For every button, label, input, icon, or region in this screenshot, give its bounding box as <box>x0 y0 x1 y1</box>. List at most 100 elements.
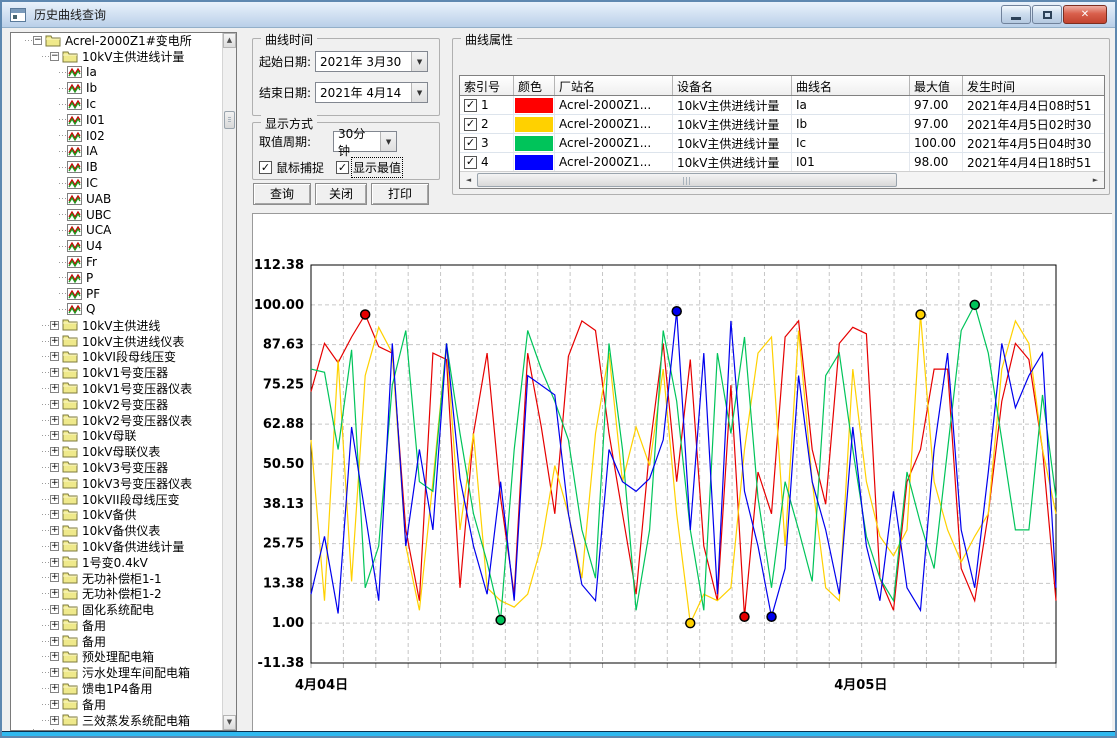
tree-scrollbar-thumb[interactable] <box>224 111 235 129</box>
tree-item-10kVII段母线压变[interactable]: +10kVII段母线压变 <box>11 491 222 507</box>
tree-item-10kV备供进线计量[interactable]: +10kV备供进线计量 <box>11 539 222 555</box>
expand-icon[interactable]: + <box>50 463 59 472</box>
expand-icon[interactable]: + <box>50 479 59 488</box>
expand-icon[interactable]: + <box>50 431 59 440</box>
expand-icon[interactable]: + <box>50 510 59 519</box>
tree-item-10kV备供仪表[interactable]: +10kV备供仪表 <box>11 523 222 539</box>
expand-icon[interactable]: + <box>50 589 59 598</box>
expand-icon[interactable]: + <box>50 637 59 646</box>
tree-item-污水处理车间配电箱[interactable]: +污水处理车间配电箱 <box>11 665 222 681</box>
grid-column-header-最大值[interactable]: 最大值 <box>910 76 963 95</box>
expand-icon[interactable]: + <box>50 684 59 693</box>
tree-item-PF[interactable]: PF <box>11 286 222 302</box>
scroll-right-arrow-icon[interactable]: ► <box>1088 173 1103 188</box>
grid-row-Ia[interactable]: 1Acrel-2000Z1...10kV主供进线计量Ia97.002021年4月… <box>460 96 1104 115</box>
query-button[interactable]: 查询 <box>253 183 311 205</box>
tree-item-无功补偿柜1-1[interactable]: +无功补偿柜1-1 <box>11 570 222 586</box>
expand-icon[interactable]: + <box>50 668 59 677</box>
tree-item-U4[interactable]: U4 <box>11 238 222 254</box>
expand-icon[interactable]: + <box>50 400 59 409</box>
end-date-dropdown-icon[interactable]: ▼ <box>411 83 427 102</box>
tree-item-I02[interactable]: I02 <box>11 128 222 144</box>
tree-item-Fr[interactable]: Fr <box>11 254 222 270</box>
expand-icon[interactable]: + <box>50 542 59 551</box>
tree-item-UBC[interactable]: UBC <box>11 207 222 223</box>
show-extremes-checkbox[interactable] <box>336 161 349 174</box>
tree-item-10kV母联仪表[interactable]: +10kV母联仪表 <box>11 444 222 460</box>
maximize-button[interactable] <box>1032 5 1062 24</box>
tree-item-三效蒸发系统配电箱[interactable]: +三效蒸发系统配电箱 <box>11 712 222 728</box>
expand-icon[interactable]: + <box>50 447 59 456</box>
collapse-icon[interactable]: − <box>50 52 59 61</box>
tree-item-无功补偿柜1-2[interactable]: +无功补偿柜1-2 <box>11 586 222 602</box>
expand-icon[interactable]: + <box>50 321 59 330</box>
print-button[interactable]: 打印 <box>371 183 429 205</box>
tree-item-10kV备供[interactable]: +10kV备供 <box>11 507 222 523</box>
tree-item-备用[interactable]: +备用 <box>11 633 222 649</box>
grid-scrollbar-thumb[interactable] <box>477 173 897 187</box>
expand-icon[interactable]: + <box>50 352 59 361</box>
tree-item-UCA[interactable]: UCA <box>11 223 222 239</box>
tree-item-Acrel-2000Z1#变电所[interactable]: −Acrel-2000Z1#变电所 <box>11 33 222 49</box>
tree-item-馈电1P4备用[interactable]: +馈电1P4备用 <box>11 681 222 697</box>
tree-item-备用[interactable]: +备用 <box>11 617 222 633</box>
grid-column-header-设备名[interactable]: 设备名 <box>673 76 792 95</box>
tree-item-10kV主供进线[interactable]: +10kV主供进线 <box>11 317 222 333</box>
scroll-left-arrow-icon[interactable]: ◄ <box>461 173 476 188</box>
grid-row-Ib[interactable]: 2Acrel-2000Z1...10kV主供进线计量Ib97.002021年4月… <box>460 115 1104 134</box>
tree-item-Ia[interactable]: Ia <box>11 65 222 81</box>
tree-item-P[interactable]: P <box>11 270 222 286</box>
tree-item-IC[interactable]: IC <box>11 175 222 191</box>
tree-item-10kV2号变压器仪表[interactable]: +10kV2号变压器仪表 <box>11 412 222 428</box>
period-combobox[interactable]: 30分钟 ▼ <box>333 131 397 152</box>
tree-item-10kVI段母线压变[interactable]: +10kVI段母线压变 <box>11 349 222 365</box>
tree-item-10kV1号变压器[interactable]: +10kV1号变压器 <box>11 365 222 381</box>
end-date-picker[interactable]: 2021年 4月14 ▼ <box>315 82 428 103</box>
tree-vertical-scrollbar[interactable]: ▲ ▼ <box>222 33 236 730</box>
expand-icon[interactable]: + <box>50 716 59 725</box>
expand-icon[interactable]: + <box>50 368 59 377</box>
tree-item-Q[interactable]: Q <box>11 302 222 318</box>
tree-item-1号变0.4kV[interactable]: +1号变0.4kV <box>11 554 222 570</box>
close-button[interactable]: ✕ <box>1063 5 1107 24</box>
grid-column-header-颜色[interactable]: 颜色 <box>514 76 555 95</box>
grid-column-header-曲线名[interactable]: 曲线名 <box>792 76 910 95</box>
grid-row-Ic[interactable]: 3Acrel-2000Z1...10kV主供进线计量Ic100.002021年4… <box>460 134 1104 153</box>
grid-column-header-发生时间[interactable]: 发生时间 <box>963 76 1105 95</box>
tree-item-UAB[interactable]: UAB <box>11 191 222 207</box>
start-date-picker[interactable]: 2021年 3月30 ▼ <box>315 51 428 72</box>
row-visible-checkbox[interactable] <box>464 156 477 169</box>
row-visible-checkbox[interactable] <box>464 118 477 131</box>
tree-item-IB[interactable]: IB <box>11 159 222 175</box>
tree-item-预处理配电箱[interactable]: +预处理配电箱 <box>11 649 222 665</box>
minimize-button[interactable] <box>1001 5 1031 24</box>
expand-icon[interactable]: + <box>50 573 59 582</box>
tree-item-10kV主供进线仪表[interactable]: +10kV主供进线仪表 <box>11 333 222 349</box>
scroll-up-arrow-icon[interactable]: ▲ <box>223 33 236 48</box>
row-visible-checkbox[interactable] <box>464 137 477 150</box>
expand-icon[interactable]: + <box>50 652 59 661</box>
tree-item-10kV3号变压器[interactable]: +10kV3号变压器 <box>11 460 222 476</box>
expand-icon[interactable]: + <box>50 526 59 535</box>
grid-column-header-厂站名[interactable]: 厂站名 <box>555 76 673 95</box>
grid-column-header-索引号[interactable]: 索引号 <box>460 76 514 95</box>
device-tree[interactable]: −Acrel-2000Z1#变电所−10kV主供进线计量IaIbIcI01I02… <box>10 32 237 731</box>
tree-item-固化系统配电[interactable]: +固化系统配电 <box>11 602 222 618</box>
close-query-button[interactable]: 关闭 <box>315 183 367 205</box>
collapse-icon[interactable]: − <box>33 36 42 45</box>
tree-item-I01[interactable]: I01 <box>11 112 222 128</box>
expand-icon[interactable]: + <box>50 621 59 630</box>
expand-icon[interactable]: + <box>50 416 59 425</box>
expand-icon[interactable]: + <box>50 384 59 393</box>
expand-icon[interactable]: + <box>50 700 59 709</box>
tree-item-IA[interactable]: IA <box>11 144 222 160</box>
period-dropdown-icon[interactable]: ▼ <box>380 132 396 151</box>
grid-row-I01[interactable]: 4Acrel-2000Z1...10kV主供进线计量I0198.002021年4… <box>460 153 1104 172</box>
expand-icon[interactable]: + <box>50 605 59 614</box>
tree-item-10kV1号变压器仪表[interactable]: +10kV1号变压器仪表 <box>11 381 222 397</box>
tree-item-10kV2号变压器[interactable]: +10kV2号变压器 <box>11 396 222 412</box>
tree-item-Ib[interactable]: Ib <box>11 80 222 96</box>
expand-icon[interactable]: + <box>50 337 59 346</box>
tree-item-Ic[interactable]: Ic <box>11 96 222 112</box>
start-date-dropdown-icon[interactable]: ▼ <box>411 52 427 71</box>
